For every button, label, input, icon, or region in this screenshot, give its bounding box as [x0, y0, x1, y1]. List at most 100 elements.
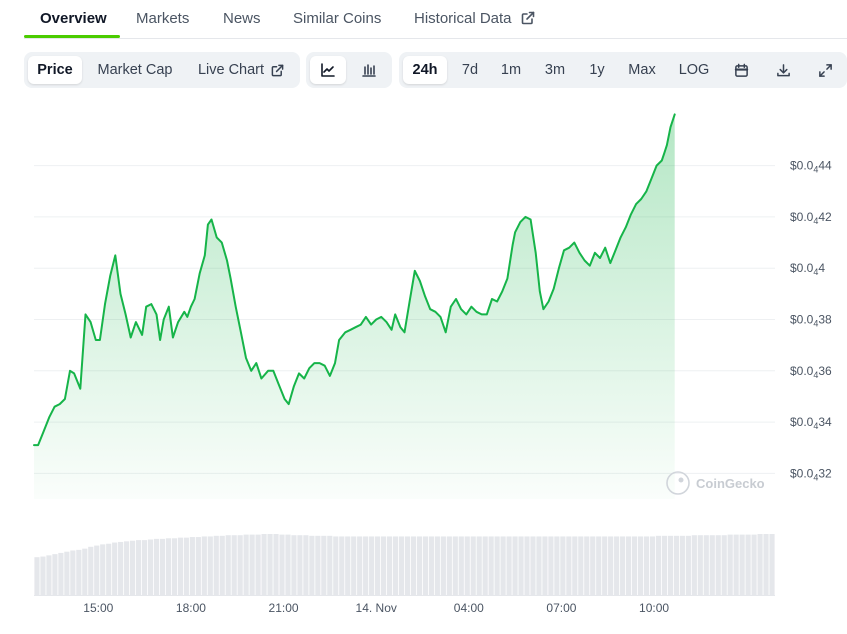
volume-bar — [243, 534, 249, 595]
calendar-icon — [734, 63, 748, 77]
volume-bar — [40, 556, 46, 595]
y-tick-label: $0.0432 — [790, 466, 832, 482]
volume-bar — [369, 536, 375, 595]
volume-bar — [530, 536, 536, 595]
volume-bar — [476, 536, 482, 595]
range-1m-button[interactable]: 1m — [493, 56, 529, 84]
log-scale-button[interactable]: LOG — [669, 56, 719, 84]
volume-bar — [58, 552, 64, 595]
volume-bar — [118, 541, 124, 595]
market-cap-button[interactable]: Market Cap — [88, 56, 182, 84]
volume-bar — [739, 534, 745, 595]
volume-bar — [655, 535, 662, 595]
coingecko-watermark: CoinGecko — [666, 471, 765, 495]
active-tab-indicator — [24, 35, 120, 38]
volume-bar — [386, 536, 393, 595]
volume-bar — [500, 536, 506, 595]
x-tick-label: 18:00 — [176, 601, 206, 615]
range-3m-button[interactable]: 3m — [535, 56, 575, 84]
tab-similar-coins[interactable]: Similar Coins — [293, 10, 381, 27]
fullscreen-icon — [818, 63, 832, 77]
volume-bar — [709, 535, 715, 595]
volume-bar — [189, 537, 195, 595]
volume-bar — [488, 536, 494, 595]
volume-bar — [631, 536, 638, 595]
volume-bar — [542, 536, 548, 595]
volume-bar — [452, 536, 458, 595]
volume-bar — [512, 536, 518, 595]
y-tick-label: $0.0436 — [790, 364, 832, 380]
volume-bar — [100, 544, 106, 595]
volume-bar — [309, 535, 315, 595]
volume-bar — [691, 535, 697, 595]
volume-bar — [106, 543, 112, 595]
line-chart-button[interactable] — [310, 56, 346, 84]
volume-bar — [428, 536, 434, 595]
range-1y-button[interactable]: 1y — [579, 56, 615, 84]
volume-bar — [201, 536, 207, 595]
live-chart-label: Live Chart — [197, 62, 265, 78]
volume-bar — [183, 537, 189, 595]
range-max-button[interactable]: Max — [621, 56, 663, 84]
price-button[interactable]: Price — [28, 56, 82, 84]
range-7d-button[interactable]: 7d — [452, 56, 488, 84]
volume-bar — [94, 545, 100, 595]
volume-bar — [464, 536, 470, 595]
volume-bar — [637, 536, 644, 595]
volume-bar — [327, 535, 333, 595]
volume-bar — [177, 537, 183, 595]
volume-bar — [524, 536, 530, 595]
external-link-icon — [521, 11, 535, 25]
volume-bar — [643, 536, 650, 595]
volume-bar — [667, 535, 674, 595]
volume-bar — [273, 534, 279, 595]
volume-bar — [171, 538, 178, 595]
volume-bar — [649, 536, 656, 595]
y-tick-label: $0.0442 — [790, 210, 832, 226]
tab-overview[interactable]: Overview — [40, 10, 107, 27]
fullscreen-button[interactable] — [809, 56, 841, 84]
candlestick-button[interactable] — [350, 56, 388, 84]
volume-bar — [745, 534, 751, 595]
volume-bar — [297, 535, 303, 595]
volume-bar — [769, 534, 775, 595]
tab-historical-data[interactable]: Historical Data — [414, 10, 535, 27]
tab-markets[interactable]: Markets — [136, 10, 189, 27]
volume-bar — [64, 551, 70, 595]
volume-bar — [548, 536, 554, 595]
volume-bar — [626, 536, 632, 595]
volume-bar — [375, 536, 381, 595]
volume-bar — [494, 536, 500, 595]
x-tick-label: 14. Nov — [356, 601, 397, 615]
volume-bar — [195, 537, 201, 595]
download-icon — [776, 63, 790, 77]
volume-bar — [357, 536, 363, 595]
volume-bar — [721, 535, 727, 595]
volume-bar — [685, 535, 691, 595]
price-chart[interactable]: $0.0444 $0.0442 $0.044 $0.0438 $0.0436 $0.043… — [0, 100, 847, 634]
volume-bar — [291, 535, 297, 595]
volume-bar — [321, 535, 327, 595]
line-chart-icon — [321, 63, 335, 77]
volume-bar — [578, 536, 584, 595]
volume-bar — [135, 540, 142, 595]
volume-bar — [733, 534, 739, 595]
live-chart-button[interactable]: Live Chart — [188, 56, 294, 84]
x-tick-label: 10:00 — [639, 601, 669, 615]
range-24h-button[interactable]: 24h — [403, 56, 447, 84]
volume-bar — [70, 550, 76, 595]
volume-bar — [602, 536, 608, 595]
volume-bar — [141, 540, 148, 595]
volume-bar — [303, 535, 309, 595]
volume-bar — [763, 534, 769, 595]
download-button[interactable] — [767, 56, 799, 84]
volume-bar — [153, 538, 160, 595]
volume-bar — [715, 535, 721, 595]
volume-bar — [614, 536, 620, 595]
tab-news[interactable]: News — [223, 10, 261, 27]
volume-bar — [285, 534, 291, 595]
y-tick-label: $0.0438 — [790, 313, 832, 329]
chart-type-selector — [306, 52, 392, 88]
calendar-button[interactable] — [725, 56, 757, 84]
x-tick-label: 15:00 — [83, 601, 113, 615]
